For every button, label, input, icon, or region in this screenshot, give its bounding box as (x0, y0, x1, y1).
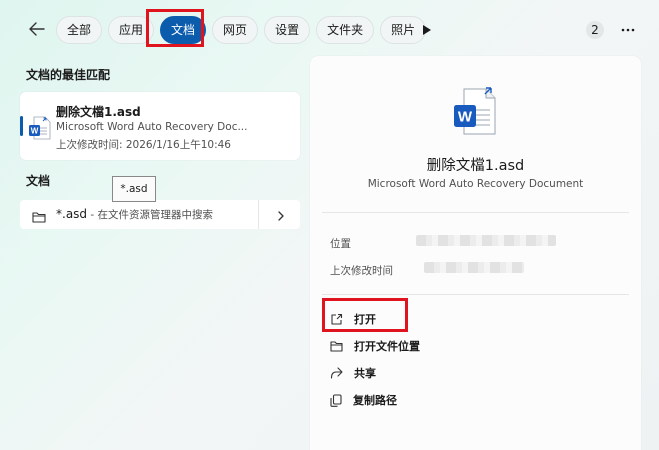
detail-pane: W 删除文檔1.asd Microsoft Word Auto Recovery… (310, 56, 641, 450)
detail-file-type: Microsoft Word Auto Recovery Document (367, 178, 584, 190)
search-filter-bar: 全部 应用 文档 网页 设置 文件夹 照片 2 (0, 0, 659, 58)
location-label: 位置 (330, 238, 351, 250)
word-doc-large-icon: W (452, 86, 500, 140)
word-doc-icon: W (29, 116, 51, 144)
more-options-button[interactable] (617, 19, 639, 41)
tab-documents-highlight (146, 9, 204, 47)
action-share[interactable]: 共享 (330, 362, 376, 384)
row-divider (258, 200, 259, 229)
open-action-highlight (322, 298, 408, 332)
action-share-label: 共享 (354, 367, 376, 380)
action-open-file-location-label: 打开文件位置 (354, 340, 420, 353)
best-match-heading: 文档的最佳匹配 (26, 68, 111, 82)
location-value-redacted (416, 235, 556, 246)
back-button[interactable] (22, 14, 52, 44)
modified-value-redacted (424, 262, 524, 273)
folder-icon (32, 208, 46, 227)
selection-indicator (20, 116, 23, 136)
tab-all[interactable]: 全部 (56, 16, 103, 44)
tab-web[interactable]: 网页 (212, 16, 259, 44)
filter-tabs: 全部 应用 文档 网页 设置 文件夹 照片 (56, 16, 427, 44)
detail-divider (322, 212, 629, 213)
action-copy-path[interactable]: 复制路径 (330, 389, 397, 411)
share-icon (330, 367, 343, 379)
best-match-card[interactable]: W 删除文檔1.asd Microsoft Word Auto Recovery… (20, 92, 300, 160)
query-hint: - 在文件资源管理器中搜索 (87, 209, 214, 221)
documents-heading: 文档 (26, 174, 51, 188)
best-match-file-type: Microsoft Word Auto Recovery Doc... (56, 121, 248, 133)
arrow-left-icon (29, 22, 45, 36)
chevron-right-icon[interactable] (274, 208, 288, 222)
action-open-file-location[interactable]: 打开文件位置 (330, 335, 420, 357)
best-match-modified: 上次修改时间: 2026/1/16上午10:46 (56, 139, 231, 151)
tab-folders[interactable]: 文件夹 (316, 16, 375, 44)
search-in-explorer-row[interactable]: *.asd - 在文件资源管理器中搜索 (20, 200, 300, 229)
svg-text:W: W (458, 109, 473, 126)
tooltip: *.asd (112, 176, 156, 202)
folder-icon (330, 341, 343, 352)
copy-icon (330, 393, 342, 407)
result-count-badge: 2 (586, 21, 604, 39)
more-filters-button[interactable] (418, 20, 436, 40)
detail-divider (322, 294, 629, 295)
action-copy-path-label: 复制路径 (353, 394, 397, 407)
more-horizontal-icon (621, 28, 635, 32)
detail-file-name: 删除文檔1.asd (426, 158, 525, 174)
svg-text:W: W (31, 127, 39, 136)
play-icon (423, 25, 431, 35)
modified-label: 上次修改时间 (330, 265, 393, 277)
query-text: *.asd (56, 207, 88, 221)
tab-settings[interactable]: 设置 (264, 16, 311, 44)
search-query: *.asd - 在文件资源管理器中搜索 (56, 207, 213, 222)
best-match-file-name: 删除文檔1.asd (56, 105, 141, 119)
